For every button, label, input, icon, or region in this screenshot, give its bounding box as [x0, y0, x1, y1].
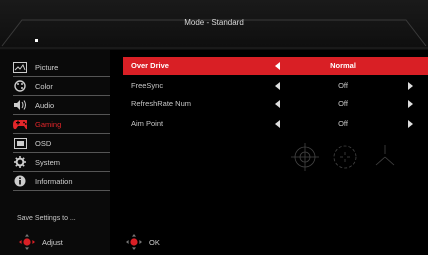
setting-row-refreshrate-num[interactable]: RefreshRate Num Off [123, 95, 428, 113]
osd-menu: Mode - Standard Picture Color Audio Gami… [0, 0, 428, 255]
gear-icon [13, 156, 27, 168]
setting-name: FreeSync [131, 81, 164, 90]
setting-row-aim-point[interactable]: Aim Point Off [123, 115, 428, 133]
ok-label: OK [149, 237, 160, 247]
setting-row-freesync[interactable]: FreeSync Off [123, 77, 428, 95]
sidebar-item-picture[interactable]: Picture [13, 58, 110, 77]
sidebar-item-label: OSD [35, 138, 52, 148]
footer-bar: Adjust OK [0, 226, 428, 255]
header-bar: Mode - Standard [0, 0, 428, 50]
sidebar-item-label: Information [35, 176, 73, 186]
aim-crosshair-dashed-icon [333, 145, 357, 169]
setting-value: Off [338, 81, 348, 90]
page-title: Mode - Standard [184, 18, 244, 27]
indicator-dot [35, 39, 38, 42]
gamepad-icon [13, 118, 27, 130]
aim-point-options [291, 143, 395, 171]
setting-name: Aim Point [131, 119, 164, 128]
sidebar-item-information[interactable]: Information [13, 172, 110, 191]
info-icon [13, 175, 27, 187]
sidebar-item-label: Color [35, 81, 53, 91]
sidebar-item-osd[interactable]: OSD [13, 134, 110, 153]
sidebar-item-gaming[interactable]: Gaming [13, 115, 110, 134]
sidebar-item-system[interactable]: System [13, 153, 110, 172]
speaker-icon [13, 99, 27, 111]
arrow-right-icon[interactable] [408, 100, 413, 108]
color-palette-icon [13, 80, 27, 92]
sidebar-item-color[interactable]: Color [13, 77, 110, 96]
setting-row-over-drive[interactable]: Over Drive Normal [123, 57, 428, 75]
sidebar-item-label: Audio [35, 100, 55, 110]
joystick-adjust-icon [19, 234, 35, 250]
sidebar-item-label: Picture [35, 62, 59, 72]
arrow-left-icon[interactable] [275, 100, 280, 108]
joystick-ok-icon [126, 234, 142, 250]
aim-crosshair-tri-icon [375, 145, 395, 166]
setting-value: Off [338, 119, 348, 128]
osd-screen-icon [13, 137, 27, 149]
arrow-right-icon[interactable] [408, 120, 413, 128]
setting-name: Over Drive [131, 61, 169, 70]
save-settings-button[interactable]: Save Settings to ... [17, 215, 76, 222]
arrow-left-icon[interactable] [275, 82, 280, 90]
adjust-label: Adjust [42, 237, 63, 247]
setting-name: RefreshRate Num [131, 99, 192, 108]
arrow-right-icon[interactable] [408, 82, 413, 90]
adjust-hint: Adjust [18, 234, 63, 250]
sidebar-item-label: System [35, 157, 61, 167]
aim-crosshair-circle-icon [291, 143, 319, 171]
arrow-left-icon[interactable] [275, 120, 280, 128]
arrow-left-icon[interactable] [275, 62, 280, 70]
sidebar-item-audio[interactable]: Audio [13, 96, 110, 115]
ok-hint: OK [125, 234, 160, 250]
setting-value: Normal [330, 61, 356, 70]
sidebar-item-label: Gaming [35, 119, 62, 129]
sidebar: Picture Color Audio Gaming OSD System In… [0, 50, 110, 255]
setting-value: Off [338, 99, 348, 108]
picture-icon [13, 61, 27, 73]
